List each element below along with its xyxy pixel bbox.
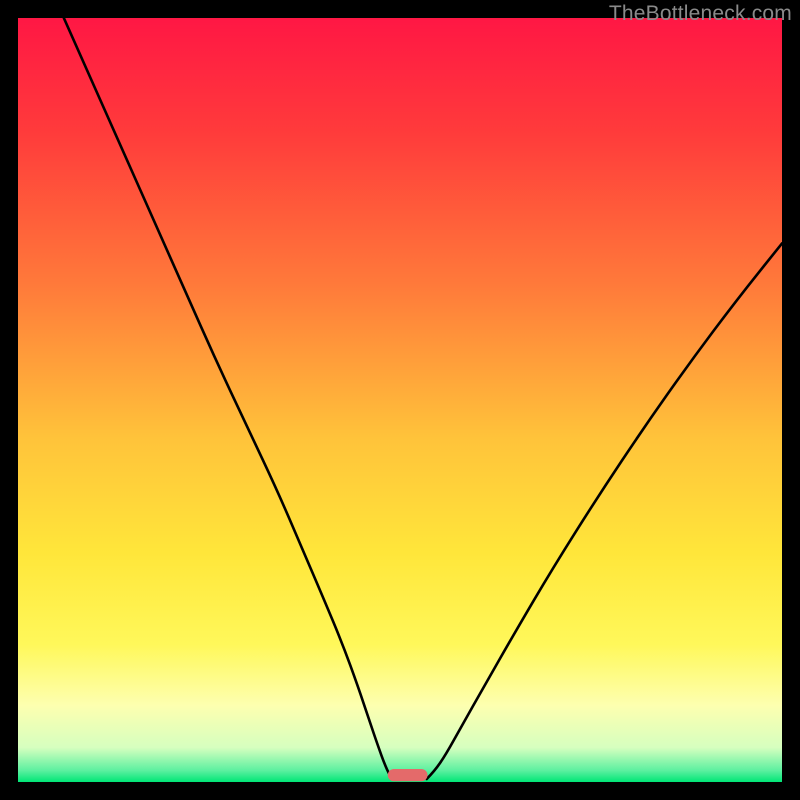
- chart-plot: [18, 18, 782, 782]
- watermark-text: TheBottleneck.com: [609, 2, 792, 26]
- gradient-area: [18, 18, 782, 782]
- bottom-marker: [388, 769, 428, 781]
- chart-frame: [18, 18, 782, 782]
